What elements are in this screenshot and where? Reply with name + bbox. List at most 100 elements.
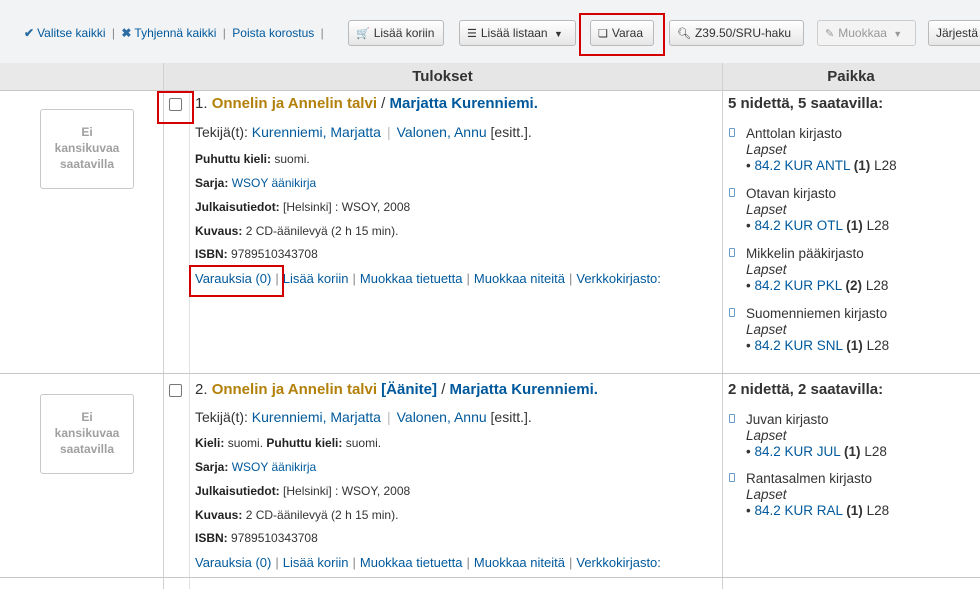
z3950-label: Z39.50/SRU-haku: [694, 26, 792, 40]
authors-line: Tekijä(t): Kurenniemi, Marjatta | Valonen,…: [195, 124, 532, 140]
library-name: Otavan kirjasto: [746, 186, 837, 201]
cover-text: Ei: [81, 410, 93, 424]
edit-label: Muokkaa: [838, 26, 887, 40]
author-link[interactable]: Valonen, Annu: [397, 124, 487, 140]
availability-summary: 5 nidettä, 5 saatavilla:: [728, 95, 884, 112]
separator: |: [275, 271, 279, 286]
publication-line: Julkaisutiedot: [Helsinki] : WSOY, 2008: [195, 484, 410, 498]
remove-highlight-link[interactable]: Poista korostus: [232, 26, 314, 40]
add-to-list-label: Lisää listaan: [480, 26, 548, 40]
library-icon: [729, 188, 735, 197]
add-to-cart-link[interactable]: Lisää koriin: [283, 555, 349, 570]
separator: |: [352, 555, 356, 570]
library-name: Mikkelin pääkirjasto: [746, 246, 864, 261]
field-value: 2 CD-äänilevyä (2 h 15 min).: [245, 224, 399, 238]
title-link[interactable]: Onnelin ja Annelin talvi: [212, 381, 377, 398]
select-record-checkbox[interactable]: [169, 98, 182, 111]
statement-of-responsibility: Marjatta Kurenniemi.: [449, 381, 598, 398]
shelf-location: L28: [864, 444, 887, 459]
call-number-link[interactable]: 84.2 KUR RAL: [754, 503, 842, 518]
edit-record-link[interactable]: Muokkaa tietuetta: [360, 271, 463, 286]
add-to-cart-button[interactable]: 🛒 Lisää koriin: [348, 20, 444, 46]
field-label: Sarja:: [195, 176, 229, 190]
authors-label: Tekijä(t):: [195, 409, 248, 425]
field-label: ISBN:: [195, 247, 228, 261]
z3950-search-button[interactable]: 🔍︎ Z39.50/SRU-haku: [669, 20, 804, 46]
select-all-link[interactable]: Valitse kaikki: [37, 26, 105, 40]
no-cover-placeholder: Ei kansikuvaa saatavilla: [40, 394, 134, 474]
edit-button[interactable]: ✎ Muokkaa ▼: [817, 20, 916, 46]
separator: |: [466, 555, 470, 570]
select-record-checkbox[interactable]: [169, 384, 182, 397]
edit-record-link[interactable]: Muokkaa tietuetta: [360, 555, 463, 570]
library-holding: Rantasalmen kirjasto Lapset • 84.2 KUR R…: [729, 471, 889, 519]
field-value: 2 CD-äänilevyä (2 h 15 min).: [245, 508, 399, 522]
library-name: Suomenniemen kirjasto: [746, 306, 888, 321]
call-number-link[interactable]: 84.2 KUR JUL: [754, 444, 840, 459]
call-number-link[interactable]: 84.2 KUR SNL: [754, 338, 842, 353]
edit-items-link[interactable]: Muokkaa niteitä: [474, 271, 565, 286]
separator: |: [352, 271, 356, 286]
sort-button[interactable]: Järjestä: [928, 20, 980, 46]
language-line: Kieli: suomi. Puhuttu kieli: suomi.: [195, 436, 381, 450]
collection-name: Lapset: [746, 322, 787, 337]
edit-items-link[interactable]: Muokkaa niteitä: [474, 555, 565, 570]
record-title: 1. Onnelin ja Annelin talvi / Marjatta K…: [195, 95, 538, 112]
add-to-list-button[interactable]: ☰ Lisää listaan ▼: [459, 20, 576, 46]
separator: |: [111, 26, 115, 40]
library-name: Rantasalmen kirjasto: [746, 471, 873, 486]
column-header-location: Paikka: [722, 63, 980, 91]
opac-link[interactable]: Verkkokirjasto:: [576, 555, 661, 570]
separator: |: [466, 271, 470, 286]
call-number-link[interactable]: 84.2 KUR PKL: [754, 278, 841, 293]
separator: |: [222, 26, 226, 40]
cover-text: kansikuvaa: [54, 141, 120, 155]
holds-link[interactable]: Varauksia (0): [195, 271, 271, 286]
column-header-results: Tulokset: [163, 63, 722, 91]
holds-link[interactable]: Varauksia (0): [195, 555, 271, 570]
add-to-cart-link[interactable]: Lisää koriin: [283, 271, 349, 286]
clear-all-link[interactable]: Tyhjennä kaikki: [134, 26, 216, 40]
field-value: suomi.: [274, 152, 310, 166]
call-number-link[interactable]: 84.2 KUR ANTL: [754, 158, 850, 173]
record-actions: Varauksia (0) | Lisää koriin | Muokkaa tietu…: [195, 271, 661, 286]
author-link[interactable]: Kurenniemi, Marjatta: [252, 409, 381, 425]
isbn-line: ISBN: 9789510343708: [195, 247, 318, 261]
field-label: Julkaisutiedot:: [195, 484, 280, 498]
list-icon: ☰: [467, 28, 477, 40]
item-count: (1): [844, 444, 861, 459]
item-count: (1): [846, 503, 863, 518]
opac-link[interactable]: Verkkokirjasto:: [576, 271, 661, 286]
field-label: Kuvaus:: [195, 508, 243, 522]
description-line: Kuvaus: 2 CD-äänilevyä (2 h 15 min).: [195, 508, 398, 522]
collection-name: Lapset: [746, 202, 787, 217]
field-value: [Helsinki] : WSOY, 2008: [283, 200, 411, 214]
series-link[interactable]: WSOY äänikirja: [232, 176, 316, 190]
author-link[interactable]: Kurenniemi, Marjatta: [252, 124, 381, 140]
column-divider: [722, 63, 723, 589]
library-icon: [729, 414, 735, 423]
series-line: Sarja: WSOY äänikirja: [195, 176, 316, 190]
results-toolbar: ✔ Valitse kaikki | ✖ Tyhjennä kaikki | Poi…: [0, 0, 980, 64]
no-cover-placeholder: Ei kansikuvaa saatavilla: [40, 109, 134, 189]
library-holding: Suomenniemen kirjasto Lapset • 84.2 KUR …: [729, 306, 889, 354]
item-count: (1): [853, 158, 871, 173]
library-holding: Otavan kirjasto Lapset • 84.2 KUR OTL (1…: [729, 186, 889, 234]
separator: |: [386, 124, 391, 140]
field-label: Sarja:: [195, 460, 229, 474]
field-value: suomi.: [345, 436, 382, 450]
sticky-note-icon: ❏: [598, 28, 608, 40]
author-link[interactable]: Valonen, Annu: [397, 409, 487, 425]
series-link[interactable]: WSOY äänikirja: [232, 460, 316, 474]
column-header-cover: [0, 63, 163, 91]
field-value: suomi.: [227, 436, 264, 450]
call-number-link[interactable]: 84.2 KUR OTL: [754, 218, 842, 233]
title-link[interactable]: Onnelin ja Annelin talvi: [212, 95, 377, 112]
collection-name: Lapset: [746, 142, 787, 157]
title-separator: /: [381, 95, 386, 112]
item-count: (2): [845, 278, 863, 293]
reserve-button[interactable]: ❏ Varaa: [590, 20, 654, 46]
separator: |: [568, 555, 573, 570]
record-title: 2. Onnelin ja Annelin talvi [Äänite] / M…: [195, 381, 598, 398]
search-icon: 🔍︎: [677, 28, 691, 40]
